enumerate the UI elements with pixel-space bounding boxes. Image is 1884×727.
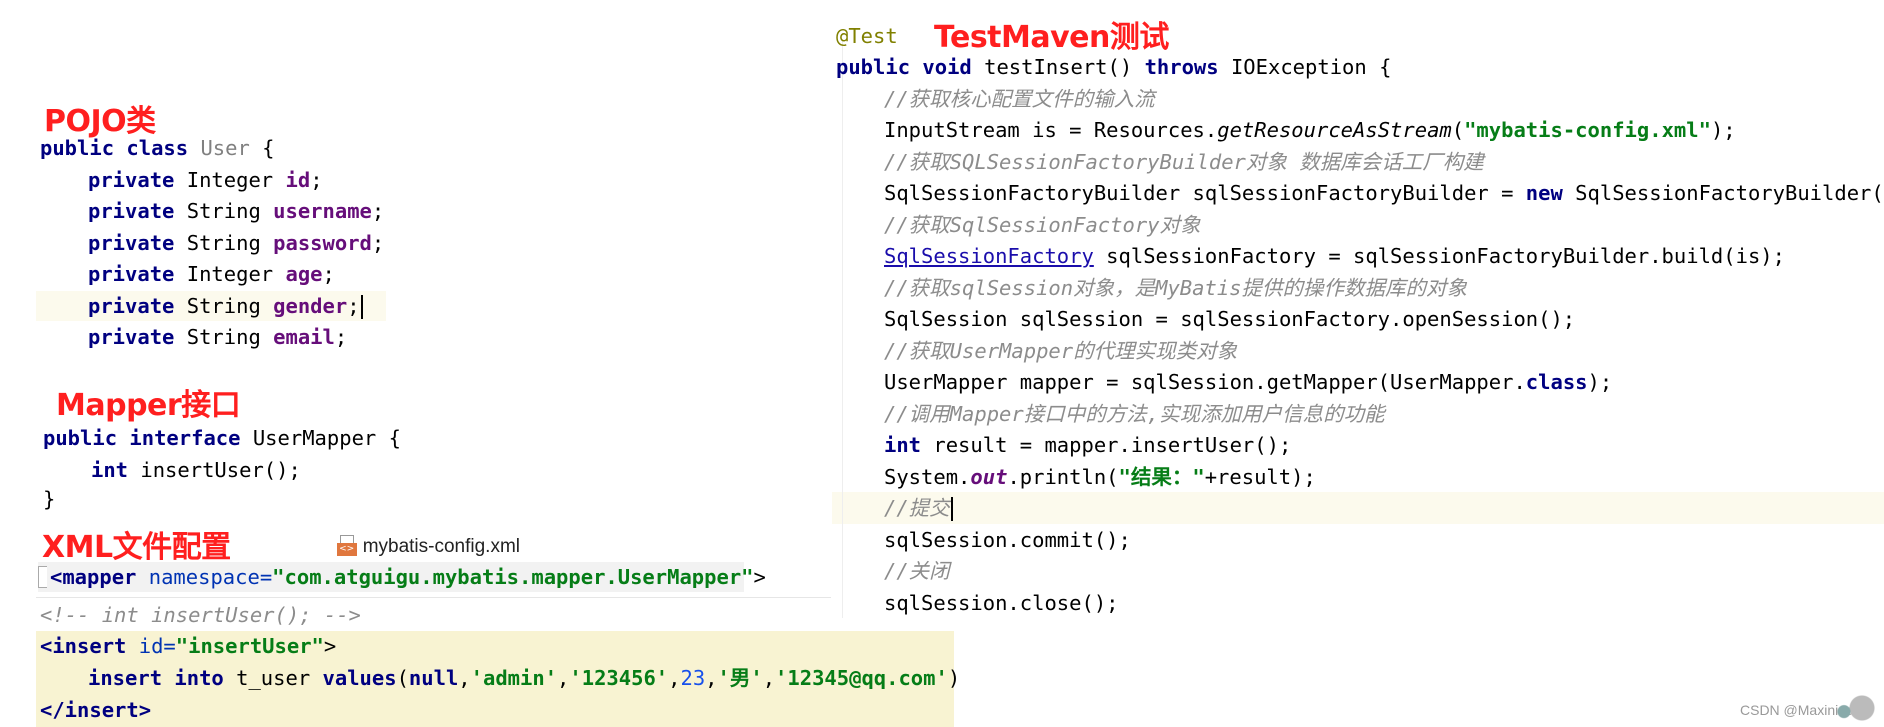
code-comment: //关闭 <box>884 559 950 583</box>
xml-comment-line: <!-- int insertUser(); --> <box>40 603 361 627</box>
xml-file-icon: <> <box>336 535 357 557</box>
mapper-heading: Mapper接口 <box>56 388 241 423</box>
mapper-close-brace: } <box>43 487 56 511</box>
divider-line <box>36 597 831 598</box>
code-comment: //获取核心配置文件的输入流 <box>884 87 1155 111</box>
xml-insert-close-line: </insert> <box>40 698 152 722</box>
code-line: SqlSessionFactory sqlSessionFactory = sq… <box>884 244 1785 268</box>
divider-line <box>842 40 843 618</box>
code-line: int result = mapper.insertUser(); <box>884 433 1292 457</box>
pojo-field-line: private Integer id; <box>88 168 323 192</box>
code-line: System.out.println("结果："+result); <box>884 465 1316 489</box>
code-line: UserMapper mapper = sqlSession.getMapper… <box>884 370 1613 394</box>
code-comment: //获取SqlSessionFactory对象 <box>884 213 1201 237</box>
code-line: sqlSession.commit(); <box>884 528 1131 552</box>
text-cursor <box>360 295 363 319</box>
code-comment: //提交 <box>884 493 953 523</box>
test-method-signature: public void testInsert() throws IOExcept… <box>836 55 1392 79</box>
code-comment: //调用Mapper接口中的方法,实现添加用户信息的功能 <box>884 402 1385 426</box>
watermark-logo-icon <box>1820 690 1880 726</box>
code-comment: //获取UserMapper的代理实现类对象 <box>884 339 1238 363</box>
xml-file-name: mybatis-config.xml <box>362 536 521 557</box>
code-comment: //获取SQLSessionFactoryBuilder对象 数据库会话工厂构建 <box>884 150 1484 174</box>
xml-insert-open-line: <insert id="insertUser"> <box>40 634 337 658</box>
xml-file-tab[interactable]: <> mybatis-config.xml <box>312 503 520 557</box>
pojo-field-line: private Integer age; <box>88 262 335 286</box>
mapper-method-line: int insertUser(); <box>91 458 301 482</box>
pojo-field-line: private String password; <box>88 231 385 255</box>
pojo-field-line: private String username; <box>88 199 385 223</box>
xml-mapper-tag-line: <mapper namespace="com.atguigu.mybatis.m… <box>50 565 766 589</box>
code-line: sqlSession.close(); <box>884 591 1119 615</box>
pojo-field-line: private String email; <box>88 325 348 349</box>
code-line: InputStream is = Resources.getResourceAs… <box>884 118 1736 142</box>
current-line-highlight <box>832 492 1884 524</box>
pojo-class-declaration: public class User { <box>40 136 275 160</box>
test-heading: TestMaven测试 <box>934 20 1169 55</box>
fold-marker[interactable] <box>38 566 47 588</box>
test-annotation: @Test <box>836 24 898 48</box>
xml-sql-line: insert into t_user values(null,'admin','… <box>88 666 961 690</box>
pojo-field-line: private String gender; <box>88 291 363 321</box>
sqlsessionfactory-link[interactable]: SqlSessionFactory <box>884 244 1094 268</box>
text-cursor <box>950 497 953 521</box>
mapper-interface-declaration: public interface UserMapper { <box>43 426 401 450</box>
code-line: SqlSession sqlSession = sqlSessionFactor… <box>884 307 1576 331</box>
code-comment: //获取sqlSession对象，是MyBatis提供的操作数据库的对象 <box>884 276 1467 300</box>
xml-heading: XML文件配置 <box>42 530 231 565</box>
code-line: SqlSessionFactoryBuilder sqlSessionFacto… <box>884 181 1884 205</box>
